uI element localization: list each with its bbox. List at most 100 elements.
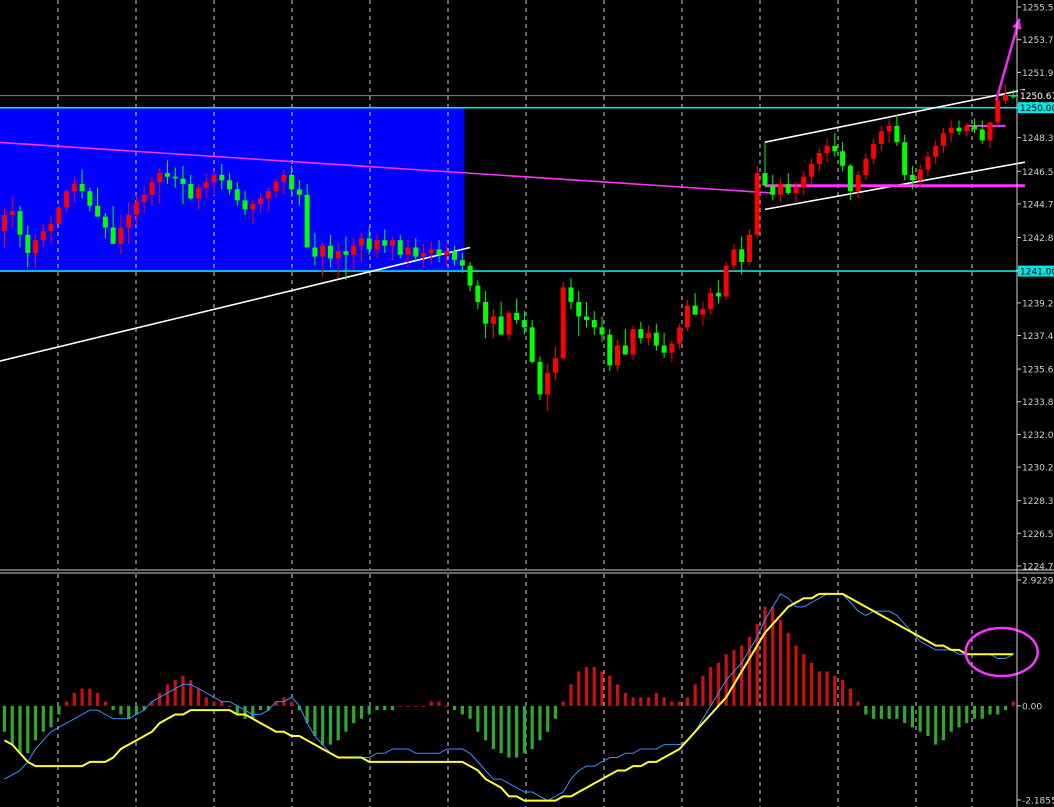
candle-body[interactable] <box>374 240 380 250</box>
candle-body[interactable] <box>428 249 434 253</box>
candle-body[interactable] <box>1010 95 1016 97</box>
candle-body[interactable] <box>157 173 163 183</box>
candle-body[interactable] <box>560 287 566 359</box>
candle-body[interactable] <box>289 174 295 190</box>
candle-body[interactable] <box>335 251 341 259</box>
candle-body[interactable] <box>700 309 706 315</box>
candle-body[interactable] <box>708 292 714 310</box>
candle-body[interactable] <box>475 285 481 302</box>
candle-body[interactable] <box>638 329 644 339</box>
candle-body[interactable] <box>382 240 388 246</box>
candle-body[interactable] <box>459 260 465 266</box>
candle-body[interactable] <box>878 131 884 145</box>
candle-body[interactable] <box>79 183 85 192</box>
candle-body[interactable] <box>149 182 155 195</box>
candle-body[interactable] <box>227 180 233 190</box>
candle-body[interactable] <box>894 125 900 143</box>
candle-body[interactable] <box>234 189 240 201</box>
candle-body[interactable] <box>653 332 659 346</box>
candle-body[interactable] <box>405 247 411 255</box>
candle-body[interactable] <box>397 240 403 255</box>
candle-body[interactable] <box>95 205 101 217</box>
candle-body[interactable] <box>265 191 271 199</box>
candle-body[interactable] <box>40 231 46 241</box>
candle-body[interactable] <box>250 203 256 210</box>
candle-body[interactable] <box>483 301 489 324</box>
candle-body[interactable] <box>731 249 737 266</box>
candle-body[interactable] <box>972 125 977 130</box>
candle-body[interactable] <box>188 183 194 199</box>
candle-body[interactable] <box>677 327 683 344</box>
candle-body[interactable] <box>754 173 760 235</box>
candle-body[interactable] <box>327 245 333 259</box>
candle-body[interactable] <box>537 361 543 395</box>
candle-body[interactable] <box>723 265 729 297</box>
candle-body[interactable] <box>552 358 558 373</box>
candle-body[interactable] <box>568 287 574 302</box>
candle-body[interactable] <box>343 251 349 255</box>
candle-body[interactable] <box>909 174 915 181</box>
candle-body[interactable] <box>514 312 520 321</box>
candle-body[interactable] <box>801 176 807 188</box>
candle-body[interactable] <box>840 151 846 166</box>
candle-body[interactable] <box>490 316 496 324</box>
candle-body[interactable] <box>242 200 248 210</box>
candle-body[interactable] <box>917 169 923 181</box>
candle-body[interactable] <box>172 176 178 179</box>
candle-body[interactable] <box>312 247 318 257</box>
candle-body[interactable] <box>506 312 512 335</box>
candle-body[interactable] <box>413 247 419 257</box>
candle-body[interactable] <box>211 174 217 183</box>
candle-body[interactable] <box>576 301 582 317</box>
candle-body[interactable] <box>832 145 838 152</box>
candle-body[interactable] <box>203 182 209 188</box>
candle-body[interactable] <box>304 194 310 248</box>
candle-body[interactable] <box>630 329 636 355</box>
candle-body[interactable] <box>87 191 93 206</box>
candle-body[interactable] <box>599 327 605 335</box>
candle-body[interactable] <box>739 249 745 262</box>
candle-body[interactable] <box>692 305 698 315</box>
candle-body[interactable] <box>219 174 225 181</box>
candle-body[interactable] <box>979 129 985 141</box>
candle-body[interactable] <box>902 142 908 175</box>
candle-body[interactable] <box>964 125 970 132</box>
candle-body[interactable] <box>762 173 768 186</box>
candle-body[interactable] <box>925 156 931 170</box>
candle-body[interactable] <box>133 202 139 215</box>
candle-body[interactable] <box>498 316 504 335</box>
candle-body[interactable] <box>770 185 776 195</box>
candle-body[interactable] <box>436 249 442 255</box>
candle-body[interactable] <box>545 372 551 395</box>
candle-body[interactable] <box>956 127 962 132</box>
candle-body[interactable] <box>102 216 108 228</box>
candle-body[interactable] <box>351 245 357 255</box>
candle-body[interactable] <box>940 133 946 146</box>
candle-body[interactable] <box>622 345 628 355</box>
candle-body[interactable] <box>684 305 690 328</box>
candle-body[interactable] <box>847 165 853 192</box>
candle-body[interactable] <box>33 240 39 253</box>
candle-body[interactable] <box>56 207 62 224</box>
candle-body[interactable] <box>809 163 815 177</box>
candle-body[interactable] <box>258 198 264 204</box>
candle-body[interactable] <box>390 240 395 246</box>
candle-body[interactable] <box>64 191 70 208</box>
candle-body[interactable] <box>2 214 7 232</box>
candle-body[interactable] <box>995 100 1001 123</box>
candle-body[interactable] <box>281 174 287 183</box>
candle-body[interactable] <box>615 345 621 366</box>
candle-body[interactable] <box>421 252 427 257</box>
candle-body[interactable] <box>180 178 186 184</box>
candle-body[interactable] <box>164 173 170 177</box>
candle-body[interactable] <box>824 145 830 154</box>
candle-body[interactable] <box>141 194 147 203</box>
candle-body[interactable] <box>793 187 799 194</box>
candle-body[interactable] <box>366 238 372 250</box>
candle-body[interactable] <box>9 211 15 215</box>
candle-body[interactable] <box>444 251 450 255</box>
candle-body[interactable] <box>669 343 675 353</box>
candle-body[interactable] <box>118 227 124 244</box>
candle-body[interactable] <box>521 320 527 328</box>
candle-body[interactable] <box>646 332 652 339</box>
